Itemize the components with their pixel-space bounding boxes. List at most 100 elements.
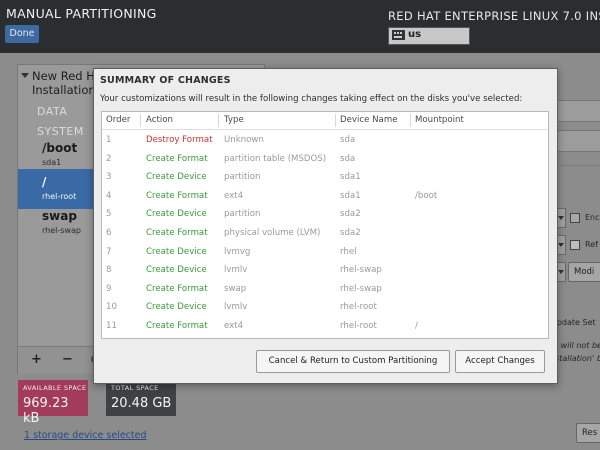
- encrypt-checkbox[interactable]: [570, 213, 580, 223]
- keyboard-icon: [392, 30, 405, 40]
- cell-device: sda: [340, 135, 356, 145]
- cell-device: sda2: [340, 209, 361, 220]
- cell-device: rhel-root: [340, 321, 377, 331]
- table-row: 2 Create Format partition table (MSDOS) sda: [102, 150, 548, 169]
- cell-order: 10: [106, 302, 117, 313]
- cell-order: 3: [106, 172, 112, 183]
- cell-type: lvmlv: [224, 302, 248, 313]
- cell-order: 1: [106, 135, 112, 145]
- cell-action: Create Format: [146, 283, 208, 294]
- table-header: Order Action Type Device Name Mountpoint: [102, 112, 548, 130]
- cell-action: Create Device: [146, 246, 207, 257]
- modify-button[interactable]: Modi: [568, 262, 600, 282]
- cell-device: rhel: [340, 246, 357, 257]
- reformat-label: Ref: [585, 240, 598, 249]
- cell-device: rhel-swap: [340, 265, 382, 276]
- column-header-type[interactable]: Type: [224, 115, 244, 125]
- cell-type: partition: [224, 209, 261, 220]
- cell-order: 11: [106, 321, 117, 331]
- summary-of-changes-dialog: SUMMARY OF CHANGES Your customizations w…: [93, 68, 558, 384]
- column-header-order[interactable]: Order: [106, 115, 130, 125]
- cell-type: partition table (MSDOS): [224, 153, 327, 164]
- cell-mountpoint: /boot: [415, 190, 438, 201]
- table-row: 4 Create Format ext4 sda1/boot: [102, 187, 548, 206]
- cell-action: Destroy Format: [146, 135, 213, 145]
- cell-type: Unknown: [224, 135, 264, 145]
- divider: [556, 165, 600, 166]
- mount-point-device: rhel-swap: [42, 226, 81, 235]
- keyboard-layout-indicator[interactable]: us: [388, 27, 470, 45]
- changes-table: Order Action Type Device Name Mountpoint…: [101, 111, 549, 339]
- encrypt-label: Enc: [585, 213, 600, 222]
- mount-point-name: /: [42, 175, 47, 189]
- column-separator: [140, 114, 141, 127]
- add-mount-point-button[interactable]: +: [31, 352, 42, 367]
- table-row: 1 Destroy Format Unknown sda: [102, 131, 548, 150]
- remove-mount-point-button[interactable]: −: [62, 352, 73, 367]
- capacity-field[interactable]: [556, 130, 600, 152]
- cell-action: Create Format: [146, 321, 208, 331]
- storage-devices-link[interactable]: 1 storage device selected: [24, 430, 147, 441]
- collapse-arrow-icon[interactable]: [21, 73, 29, 78]
- available-space-label: AVAILABLE SPACE: [23, 384, 87, 392]
- cell-action: Create Format: [146, 153, 208, 164]
- table-row: 7 Create Device lvmvg rhel: [102, 243, 548, 262]
- mount-point-device: sda1: [42, 158, 62, 167]
- product-name: RED HAT ENTERPRISE LINUX 7.0 INSTAL: [388, 9, 600, 23]
- total-space-value: 20.48 GB: [111, 396, 172, 411]
- mount-point-name: /boot: [42, 141, 78, 155]
- cell-action: Create Device: [146, 209, 207, 220]
- dialog-title: SUMMARY OF CHANGES: [100, 75, 231, 86]
- cell-type: physical volume (LVM): [224, 228, 321, 238]
- column-separator: [335, 114, 336, 127]
- total-space-label: TOTAL SPACE: [111, 384, 159, 392]
- cell-action: Create Device: [146, 265, 207, 276]
- cell-type: partition: [224, 172, 261, 183]
- cell-device: rhel-swap: [340, 283, 382, 294]
- cell-order: 7: [106, 246, 112, 257]
- cell-order: 8: [106, 265, 112, 276]
- cell-type: ext4: [224, 190, 244, 201]
- keyboard-layout-label: us: [408, 29, 422, 40]
- cell-action: Create Device: [146, 302, 207, 313]
- cancel-return-button[interactable]: Cancel & Return to Custom Partitioning: [256, 350, 450, 373]
- table-row: 11 Create Format ext4 rhel-root /: [102, 317, 548, 336]
- accept-changes-button[interactable]: Accept Changes: [455, 350, 545, 373]
- cell-order: 5: [106, 209, 112, 220]
- cell-device: sda2: [340, 228, 361, 238]
- total-space-box: TOTAL SPACE 20.48 GB: [106, 380, 176, 416]
- cell-type: swap: [224, 283, 247, 294]
- column-header-action[interactable]: Action: [146, 115, 173, 125]
- mount-point-name: swap: [42, 209, 77, 223]
- column-header-mountpoint[interactable]: Mountpoint: [415, 115, 464, 125]
- table-row: 9 Create Format swap rhel-swap: [102, 280, 548, 299]
- installation-heading-line1: New Red H: [32, 69, 95, 83]
- table-row: 5 Create Device partition sda2: [102, 205, 548, 224]
- page-title: MANUAL PARTITIONING: [6, 6, 157, 21]
- cell-order: 2: [106, 153, 112, 164]
- installation-heading[interactable]: New Red H Installation: [32, 69, 96, 97]
- dialog-description: Your customizations will result in the f…: [100, 94, 523, 104]
- mount-point-field[interactable]: [556, 100, 600, 122]
- table-row: 8 Create Device lvmlv rhel-swap: [102, 261, 548, 280]
- cell-device: sda1: [340, 172, 361, 183]
- cell-action: Create Format: [146, 190, 208, 201]
- done-button[interactable]: Done: [5, 25, 39, 43]
- table-row: 3 Create Device partition sda1: [102, 168, 548, 187]
- cell-order: 6: [106, 228, 112, 238]
- table-row: 6 Create Format physical volume (LVM) sda2: [102, 224, 548, 243]
- available-space-value: 969.23 kB: [23, 396, 69, 426]
- cell-device: rhel-root: [340, 302, 377, 313]
- table-row: 10 Create Device lvmlv rhel-root: [102, 298, 548, 317]
- reformat-checkbox[interactable]: [570, 240, 580, 250]
- cell-type: ext4: [224, 321, 244, 331]
- partition-details-panel: Enc Ref Modi Update Set ot will not be a…: [550, 60, 600, 443]
- available-space-box: AVAILABLE SPACE 969.23 kB: [18, 380, 88, 426]
- cell-device: sda: [340, 153, 356, 164]
- cell-action: Create Device: [146, 172, 207, 183]
- reset-all-button[interactable]: Res: [576, 423, 600, 443]
- column-header-device[interactable]: Device Name: [340, 115, 397, 125]
- cell-action: Create Format: [146, 228, 208, 238]
- section-data: DATA: [37, 105, 68, 118]
- cell-device: sda1: [340, 190, 361, 201]
